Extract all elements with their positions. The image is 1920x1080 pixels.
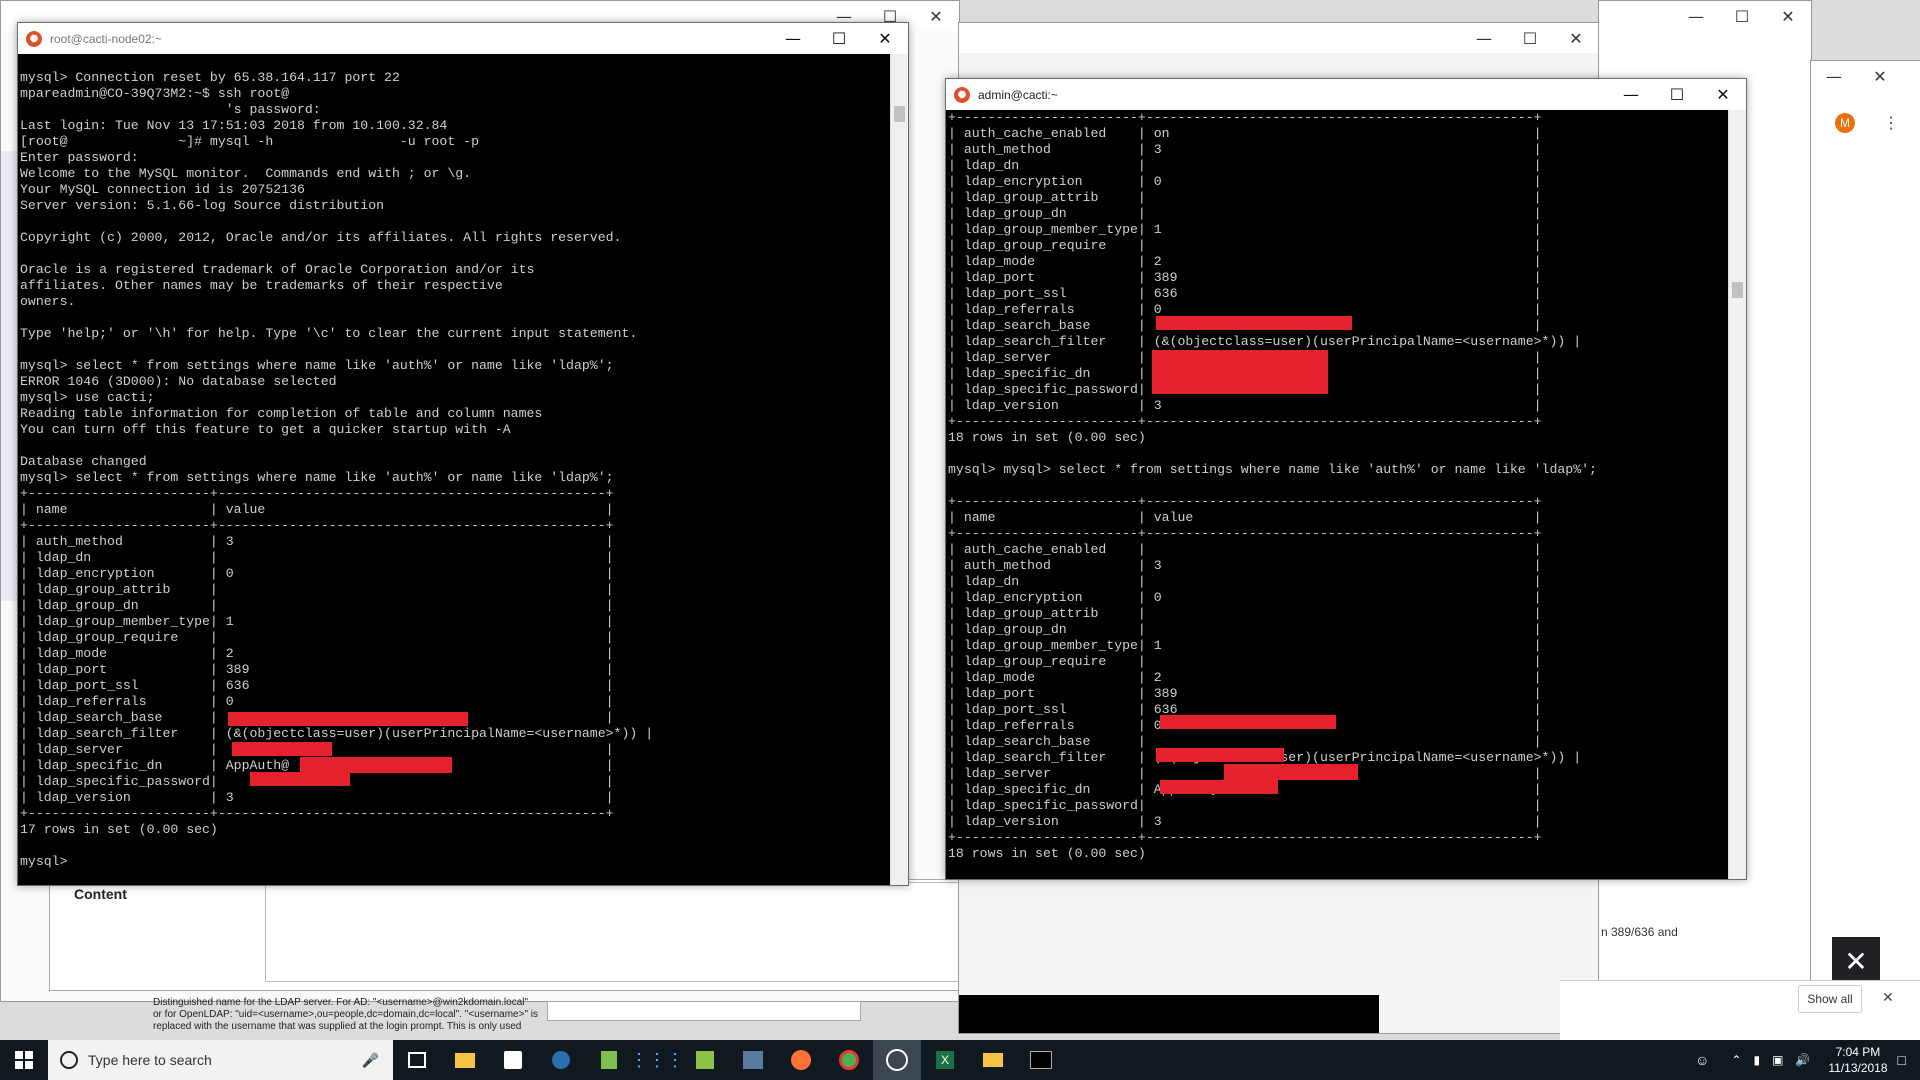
browser-titlebar: — ✕ xyxy=(1811,61,1920,91)
time: 7:04 PM xyxy=(1835,1045,1881,1059)
close-downloads-icon[interactable]: ✕ xyxy=(1832,937,1880,985)
redaction xyxy=(305,88,551,104)
close-icon[interactable]: ✕ xyxy=(862,23,908,54)
maximize-icon[interactable]: ☐ xyxy=(1654,79,1700,110)
right-terminal-screen[interactable]: +-----------------------+---------------… xyxy=(946,110,1729,879)
right-terminal-title: admin@cacti:~ xyxy=(978,87,1058,102)
help-text: Distinguished name for the LDAP server. … xyxy=(153,997,538,1032)
date: 11/13/2018 xyxy=(1828,1061,1888,1075)
excel-icon[interactable]: X xyxy=(921,1040,969,1080)
middle-window-titlebar: — ☐ ✕ xyxy=(959,23,1599,53)
redaction xyxy=(1160,715,1336,729)
network-icon[interactable]: ▣ xyxy=(1772,1053,1783,1067)
left-terminal-screen[interactable]: mysql> Connection reset by 65.38.164.117… xyxy=(18,54,891,885)
redaction xyxy=(250,772,350,786)
right-terminal-window[interactable]: ● admin@cacti:~ — ☐ ✕ +-----------------… xyxy=(945,78,1747,880)
dark-panel xyxy=(959,995,1379,1033)
minimize-icon[interactable]: — xyxy=(770,23,816,54)
show-all-button[interactable]: Show all xyxy=(1798,985,1862,1013)
terminal-icon[interactable] xyxy=(1017,1040,1065,1080)
close-icon[interactable]: ✕ xyxy=(913,1,959,31)
right-window-titlebar: — ☐ ✕ xyxy=(1599,1,1811,31)
system-tray: ☺ ⌃ ▮ ▣ 🔊 7:04 PM 11/13/2018 □ xyxy=(1695,1040,1920,1080)
redaction xyxy=(1224,764,1358,780)
volume-icon[interactable]: 🔊 xyxy=(1795,1053,1810,1067)
vpn-icon[interactable] xyxy=(537,1040,585,1080)
close-icon[interactable]: ✕ xyxy=(1700,79,1746,110)
maximize-icon[interactable]: ☐ xyxy=(1507,23,1553,53)
file-explorer-icon[interactable] xyxy=(441,1040,489,1080)
taskbar: Type here to search 🎤 ⋮⋮⋮ X ☺ ⌃ ▮ ▣ 🔊 7:… xyxy=(0,1040,1920,1080)
minimize-icon[interactable]: — xyxy=(1461,23,1507,53)
maximize-icon[interactable]: ☐ xyxy=(1719,1,1765,31)
people-icon[interactable]: ☺ xyxy=(1695,1052,1709,1068)
close-icon[interactable]: ✕ xyxy=(1857,61,1903,91)
redaction xyxy=(1152,350,1328,394)
redaction xyxy=(1160,780,1278,794)
search-box[interactable]: Type here to search 🎤 xyxy=(48,1040,393,1080)
folder-icon[interactable] xyxy=(969,1040,1017,1080)
right-terminal-scrollbar[interactable] xyxy=(1728,110,1746,879)
start-icon[interactable] xyxy=(0,1040,48,1080)
right-window-snippet: n 389/636 and xyxy=(1601,925,1678,939)
notepad-icon[interactable] xyxy=(585,1040,633,1080)
notifications-icon[interactable]: □ xyxy=(1898,1052,1906,1068)
left-terminal-titlebar[interactable]: ● root@cacti-node02:~ — ☐ ✕ xyxy=(18,23,908,54)
minimize-icon[interactable]: — xyxy=(1673,1,1719,31)
browser-window: — ✕ M ⋮ ✕ xyxy=(1810,60,1920,1002)
search-placeholder: Type here to search xyxy=(88,1052,212,1068)
downloads-bar: Show all ✕ xyxy=(1560,980,1920,1041)
putty-icon[interactable] xyxy=(681,1040,729,1080)
help-input[interactable] xyxy=(547,1001,861,1021)
ubuntu-icon: ● xyxy=(26,30,42,47)
scroll-thumb[interactable] xyxy=(894,106,905,122)
clock[interactable]: 7:04 PM 11/13/2018 xyxy=(1818,1044,1897,1076)
left-terminal-window[interactable]: ● root@cacti-node02:~ — ☐ ✕ mysql> Conne… xyxy=(17,22,909,886)
content-label: Content xyxy=(74,886,127,902)
chevron-up-icon[interactable]: ⌃ xyxy=(1731,1053,1741,1067)
task-view-icon[interactable] xyxy=(393,1040,441,1080)
left-terminal-output: mysql> Connection reset by 65.38.164.117… xyxy=(20,70,654,869)
close-icon[interactable]: ✕ xyxy=(1765,1,1811,31)
close-icon[interactable]: ✕ xyxy=(1553,23,1599,53)
chrome-icon[interactable] xyxy=(825,1040,873,1080)
maximize-icon[interactable]: ☐ xyxy=(816,23,862,54)
redaction xyxy=(1156,748,1284,762)
battery-icon[interactable]: ▮ xyxy=(1753,1053,1760,1067)
close-icon[interactable]: ✕ xyxy=(1882,989,1894,1006)
left-terminal-scrollbar[interactable] xyxy=(890,54,908,885)
redaction xyxy=(1156,316,1352,330)
microphone-icon[interactable]: 🎤 xyxy=(362,1052,379,1069)
scroll-thumb[interactable] xyxy=(1732,282,1743,298)
network-tool-icon[interactable] xyxy=(729,1040,777,1080)
redaction xyxy=(300,757,452,773)
store-icon[interactable] xyxy=(489,1040,537,1080)
redaction xyxy=(232,742,332,756)
minimize-icon[interactable]: — xyxy=(1811,61,1857,91)
ubuntu-icon[interactable] xyxy=(873,1040,921,1080)
minimize-icon[interactable]: — xyxy=(1608,79,1654,110)
firefox-icon[interactable] xyxy=(777,1040,825,1080)
right-terminal-titlebar[interactable]: ● admin@cacti:~ — ☐ ✕ xyxy=(946,79,1746,110)
avatar[interactable]: M xyxy=(1835,113,1855,133)
menu-icon[interactable]: ⋮ xyxy=(1883,113,1899,133)
ubuntu-icon: ● xyxy=(954,86,970,103)
redaction xyxy=(228,712,468,726)
left-sidebar-strip xyxy=(1,151,18,601)
left-terminal-title: root@cacti-node02:~ xyxy=(50,31,162,46)
apps-icon[interactable]: ⋮⋮⋮ xyxy=(630,1040,684,1080)
search-icon xyxy=(60,1051,78,1069)
